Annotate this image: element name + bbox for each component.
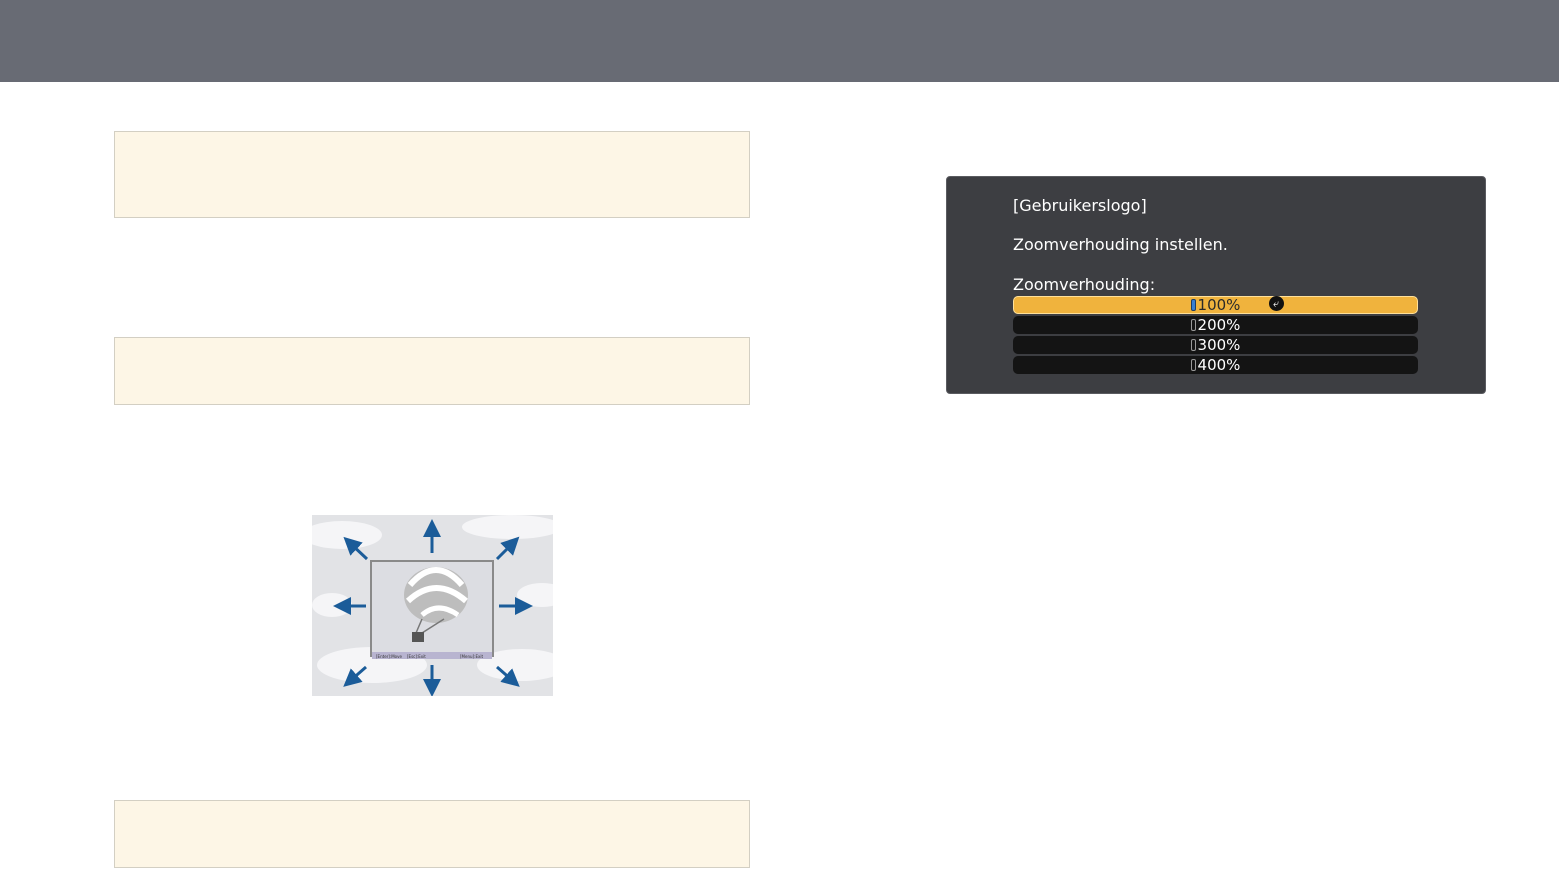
note-box <box>114 800 750 868</box>
option-label: 200% <box>1197 316 1241 334</box>
zoom-option-400[interactable]: 400% <box>1013 356 1418 374</box>
zoom-option-300[interactable]: 300% <box>1013 336 1418 354</box>
status-text: [Esc]:Exit <box>407 654 426 659</box>
zoom-settings-dialog: [Gebruikerslogo] Zoomverhouding instelle… <box>946 176 1486 394</box>
note-box <box>114 131 750 218</box>
dialog-title: [Gebruikerslogo] <box>1013 196 1147 215</box>
radio-icon <box>1190 359 1196 371</box>
illustration-svg: [Enter]:Move [Esc]:Exit [Menu]:Exit <box>312 515 553 696</box>
status-text: [Menu]:Exit <box>460 654 483 659</box>
option-label: 400% <box>1197 356 1241 374</box>
arrow-up-right-icon <box>495 536 520 561</box>
status-text: [Enter]:Move <box>376 654 402 659</box>
dialog-message: Zoomverhouding instellen. <box>1013 235 1228 254</box>
radio-icon <box>1190 299 1196 311</box>
zoom-ratio-label: Zoomverhouding: <box>1013 275 1156 294</box>
zoom-option-100[interactable]: 100% ⤶ <box>1013 296 1418 314</box>
option-label: 300% <box>1197 336 1241 354</box>
logo-zoom-illustration: [Enter]:Move [Esc]:Exit [Menu]:Exit <box>312 515 553 696</box>
enter-icon: ⤶ <box>1268 296 1284 311</box>
note-box <box>114 337 750 405</box>
zoom-option-200[interactable]: 200% <box>1013 316 1418 334</box>
header-bar <box>0 0 1559 82</box>
radio-icon <box>1190 339 1196 351</box>
option-label: 100% <box>1197 296 1241 314</box>
radio-icon <box>1190 319 1196 331</box>
